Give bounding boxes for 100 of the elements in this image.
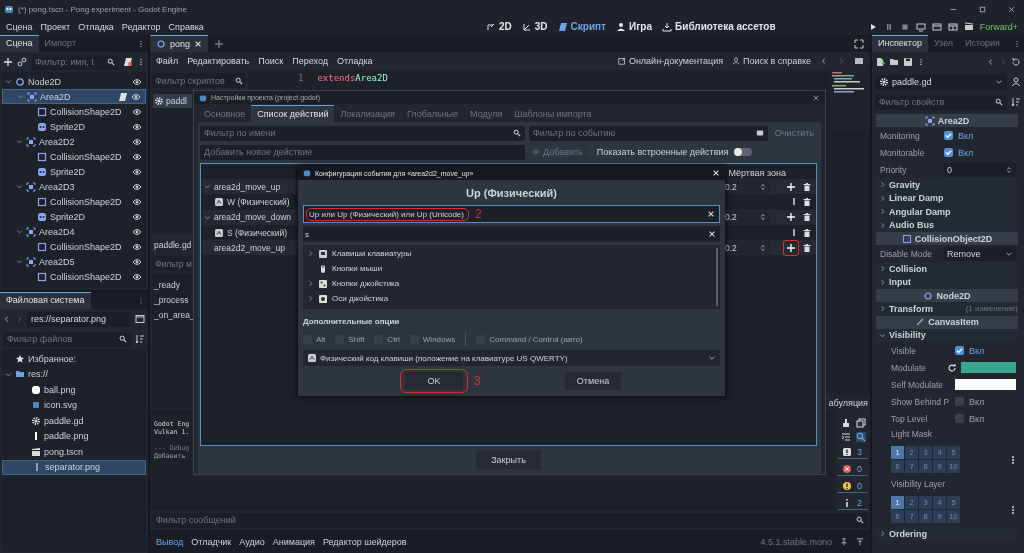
tree-row[interactable]: Area2D3 bbox=[2, 179, 146, 194]
file-row[interactable]: ball.png bbox=[2, 382, 146, 398]
search-field[interactable]: Фильтр по имени bbox=[200, 125, 525, 141]
menu-item[interactable]: Редактировать bbox=[187, 56, 250, 66]
back-icon[interactable] bbox=[3, 315, 11, 323]
eye-icon[interactable] bbox=[131, 91, 141, 102]
chevron-icon[interactable] bbox=[16, 228, 23, 235]
tree-row[interactable]: Area2D2 bbox=[2, 134, 146, 149]
scrollbar[interactable] bbox=[716, 248, 718, 306]
trash-icon[interactable] bbox=[802, 181, 812, 192]
bottom-tab[interactable]: Аудио bbox=[239, 536, 265, 547]
tree-row[interactable]: CollisionShape2D bbox=[2, 104, 146, 119]
script-icon[interactable] bbox=[123, 57, 133, 67]
workspace-tab[interactable]: Игра bbox=[616, 21, 653, 32]
dock-tab[interactable]: История bbox=[959, 35, 1006, 52]
tree-row[interactable]: Node2D bbox=[2, 74, 146, 89]
eye-icon[interactable] bbox=[132, 121, 142, 132]
workspace-tab[interactable]: Скрипт bbox=[557, 21, 606, 32]
renderer-dropdown[interactable]: Forward+ bbox=[979, 21, 1018, 32]
file-row[interactable]: res:// bbox=[2, 366, 146, 382]
deadzone-field[interactable]: 0.2 bbox=[722, 210, 770, 224]
copy-icon[interactable] bbox=[855, 418, 866, 428]
status-tab[interactable]: абуляция bbox=[828, 397, 868, 408]
checkbox[interactable] bbox=[944, 148, 953, 157]
chevron-icon[interactable] bbox=[204, 183, 211, 191]
file-row[interactable]: paddle.png bbox=[2, 428, 146, 444]
eye-icon[interactable] bbox=[132, 181, 142, 192]
event-category[interactable]: Оси джойстика bbox=[307, 292, 710, 305]
color-swatch[interactable] bbox=[955, 379, 1016, 390]
sort-icon[interactable] bbox=[135, 334, 145, 344]
tree-row[interactable]: CollisionShape2D bbox=[2, 194, 146, 209]
tree-row[interactable]: CollisionShape2D bbox=[2, 269, 146, 284]
trash-icon[interactable] bbox=[802, 227, 812, 238]
back-icon[interactable] bbox=[820, 57, 828, 65]
search-field[interactable]: Фильтр файлов bbox=[3, 331, 131, 347]
clear-icon[interactable] bbox=[707, 210, 715, 218]
menu-item[interactable]: Редактор bbox=[121, 21, 161, 32]
new-resource-icon[interactable] bbox=[875, 57, 885, 67]
event-category[interactable]: Клавиши клавиатуры bbox=[307, 247, 710, 260]
search-field[interactable]: Фильтр м bbox=[152, 256, 193, 271]
search-field[interactable]: s bbox=[303, 226, 720, 242]
checkbox[interactable] bbox=[955, 397, 964, 406]
close-button[interactable]: Закрыть bbox=[476, 451, 541, 469]
detected-event-field[interactable]: Up или Up (Физический) или Up (Unicode) 2 bbox=[303, 205, 720, 223]
kebab-icon[interactable] bbox=[917, 58, 925, 66]
event-category[interactable]: Кнопки мыши bbox=[307, 262, 710, 275]
bottom-tab[interactable]: Отладчик bbox=[191, 536, 232, 547]
tree-row[interactable]: CollisionShape2D bbox=[2, 239, 146, 254]
dropdown[interactable]: Физический код клавиши (положение на клавиатуре US QWERTY) bbox=[303, 350, 720, 366]
chevron-icon[interactable] bbox=[204, 213, 211, 221]
close-icon[interactable] bbox=[812, 93, 820, 102]
eye-icon[interactable] bbox=[132, 136, 142, 147]
kebab-icon[interactable] bbox=[137, 58, 145, 66]
eye-icon[interactable] bbox=[132, 196, 142, 207]
eye-icon[interactable] bbox=[132, 256, 142, 267]
menu-item[interactable]: Поиск bbox=[258, 56, 284, 66]
dock-tab[interactable]: Узел bbox=[927, 35, 960, 52]
search-icon[interactable] bbox=[855, 432, 866, 442]
chevron-icon[interactable] bbox=[16, 183, 23, 190]
eye-icon[interactable] bbox=[132, 241, 142, 252]
bottom-tab[interactable]: Редактор шейдеров bbox=[322, 536, 407, 547]
file-row[interactable]: Избранное: bbox=[2, 351, 146, 367]
eye-icon[interactable] bbox=[132, 76, 142, 87]
file-row[interactable]: paddle.gd bbox=[2, 413, 146, 429]
monitor-icon[interactable] bbox=[915, 21, 926, 32]
menu-item[interactable]: Справка bbox=[168, 21, 204, 32]
sort-icon[interactable] bbox=[1011, 97, 1021, 107]
tree-row[interactable]: Area2D5 bbox=[2, 254, 146, 269]
event-filter-field[interactable]: Фильтр по событию bbox=[529, 125, 768, 141]
clear-icon[interactable] bbox=[708, 230, 716, 238]
maximize-icon[interactable] bbox=[978, 4, 987, 14]
eye-icon[interactable] bbox=[132, 151, 142, 162]
toggle-switch[interactable] bbox=[734, 148, 753, 156]
brush-icon[interactable] bbox=[840, 418, 851, 428]
message-filter-toggle[interactable]: 0 bbox=[838, 480, 868, 493]
event-category[interactable]: Кнопки джойстика bbox=[307, 277, 710, 290]
pin-icon[interactable] bbox=[840, 537, 848, 546]
color-swatch[interactable] bbox=[961, 362, 1016, 373]
message-filter-toggle[interactable]: 0 bbox=[838, 463, 868, 476]
dock-tab[interactable]: Импорт bbox=[38, 35, 82, 52]
message-filter-toggle[interactable]: 3 bbox=[838, 446, 868, 459]
revert-icon[interactable] bbox=[947, 362, 957, 373]
file-row[interactable]: pong.tscn bbox=[2, 444, 146, 460]
deadzone-field[interactable]: 0.2 bbox=[722, 180, 770, 194]
script-icon[interactable] bbox=[118, 91, 128, 102]
chevron-icon[interactable] bbox=[16, 258, 23, 265]
eye-icon[interactable] bbox=[132, 211, 142, 222]
folder-icon[interactable] bbox=[889, 57, 899, 67]
tree-row[interactable]: Sprite2D bbox=[2, 164, 146, 179]
trash-icon[interactable] bbox=[802, 196, 812, 207]
menu-item[interactable]: Файл bbox=[156, 56, 179, 66]
chevron-icon[interactable] bbox=[5, 370, 12, 378]
menu-item[interactable]: Сцена bbox=[6, 21, 33, 32]
workspace-tab[interactable]: Библиотека ассетов bbox=[662, 21, 776, 32]
file-row[interactable]: icon.svg bbox=[2, 397, 146, 413]
tree-row[interactable]: Area2D bbox=[2, 89, 146, 104]
scene-tab[interactable]: pong bbox=[150, 35, 209, 52]
close-icon[interactable] bbox=[194, 40, 203, 48]
search-field[interactable]: Фильтр сообщений bbox=[152, 512, 868, 528]
trash-icon[interactable] bbox=[802, 212, 812, 223]
